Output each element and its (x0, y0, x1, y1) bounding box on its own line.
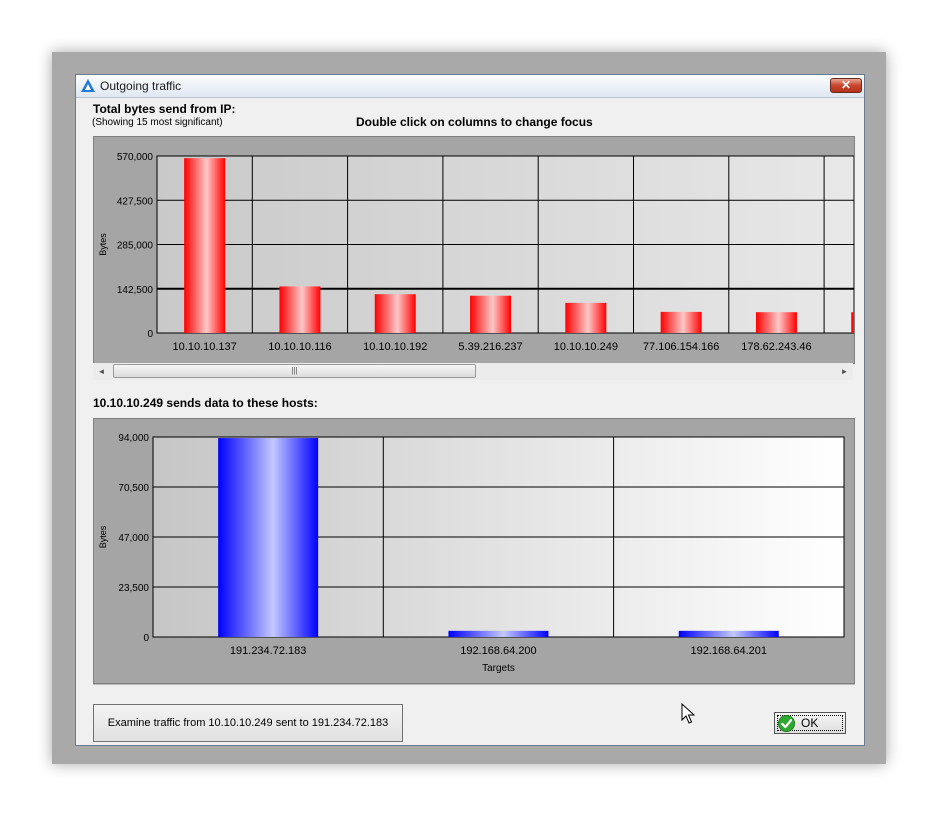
y-tick-label: 70,500 (118, 483, 149, 494)
y-tick-label: 427,500 (117, 196, 154, 207)
bar (374, 294, 416, 333)
x-tick-label: 5.39.216.237 (458, 341, 522, 353)
ok-label: OK (801, 716, 819, 730)
y-tick-label: 570,000 (117, 152, 154, 163)
y-tick-label: 0 (143, 633, 149, 644)
scroll-left-icon[interactable]: ◄ (93, 363, 110, 380)
y-tick-label: 0 (147, 329, 153, 340)
top-bytes-chart[interactable]: 570,000 427,500 285,000 142,500 0 10.10.10.13… (94, 137, 854, 363)
bar (678, 630, 779, 637)
title-bar[interactable]: Outgoing traffic ✕ (76, 75, 864, 98)
top-chart-scrollbar[interactable]: ◄ ||| ► (93, 363, 853, 380)
bar (218, 438, 319, 637)
y-tick-label: 94,000 (118, 433, 149, 444)
divider (93, 684, 855, 685)
focus-instruction: Double click on columns to change focus (356, 115, 593, 129)
bar (279, 286, 321, 333)
x-tick-label: 10.10.10.137 (173, 341, 237, 353)
y-tick-label: 47,000 (118, 533, 149, 544)
showing-count-note: (Showing 15 most significant) (92, 117, 223, 128)
x-tick-label: 191.234.72.183 (230, 645, 306, 657)
hosts-bytes-chart[interactable]: 94,000 70,500 47,000 23,500 0 191.234.72.183 1… (94, 419, 854, 683)
y-tick-label: 285,000 (117, 241, 154, 252)
bar (660, 311, 702, 333)
bottom-chart-panel: 94,000 70,500 47,000 23,500 0 191.234.72.183 1… (93, 418, 855, 684)
bar (184, 158, 226, 333)
checkmark-icon (778, 715, 795, 732)
close-button[interactable]: ✕ (830, 78, 862, 93)
examine-traffic-button[interactable]: Examine traffic from 10.10.10.249 sent t… (93, 704, 403, 742)
scroll-right-icon[interactable]: ► (836, 363, 853, 380)
x-axis-label: Targets (482, 663, 515, 674)
bar (755, 312, 797, 333)
outgoing-traffic-dialog: Outgoing traffic ✕ Total bytes send from… (75, 74, 865, 746)
mouse-cursor-icon (681, 703, 695, 724)
scrollbar-thumb[interactable]: ||| (113, 364, 476, 378)
close-icon: ✕ (840, 78, 852, 92)
y-axis-label: Bytes (98, 525, 108, 548)
y-axis-label: Bytes (98, 233, 108, 256)
x-tick-label: 178.62.243.46 (741, 341, 811, 353)
bar (565, 302, 607, 333)
hosts-heading: 10.10.10.249 sends data to these hosts: (93, 396, 318, 410)
y-tick-label: 142,500 (117, 285, 154, 296)
x-tick-label: 10.10.10.192 (363, 341, 427, 353)
x-tick-label: 192.168.64.200 (460, 645, 536, 657)
x-tick-label: 10.10.10.249 (554, 341, 618, 353)
top-chart-panel: 570,000 427,500 285,000 142,500 0 10.10.10.13… (93, 136, 855, 364)
app-icon (81, 79, 95, 92)
bar (470, 295, 512, 333)
window-title: Outgoing traffic (100, 79, 182, 93)
ok-button[interactable]: OK (774, 712, 846, 734)
bar (851, 312, 854, 333)
total-bytes-heading: Total bytes send from IP: (93, 102, 236, 116)
x-tick-label: 10.10.10.116 (268, 341, 331, 353)
y-tick-label: 23,500 (118, 583, 149, 594)
bar (448, 630, 549, 637)
x-tick-label: 77.106.154.166 (643, 341, 719, 353)
x-tick-label: 192.168.64.201 (691, 645, 767, 657)
